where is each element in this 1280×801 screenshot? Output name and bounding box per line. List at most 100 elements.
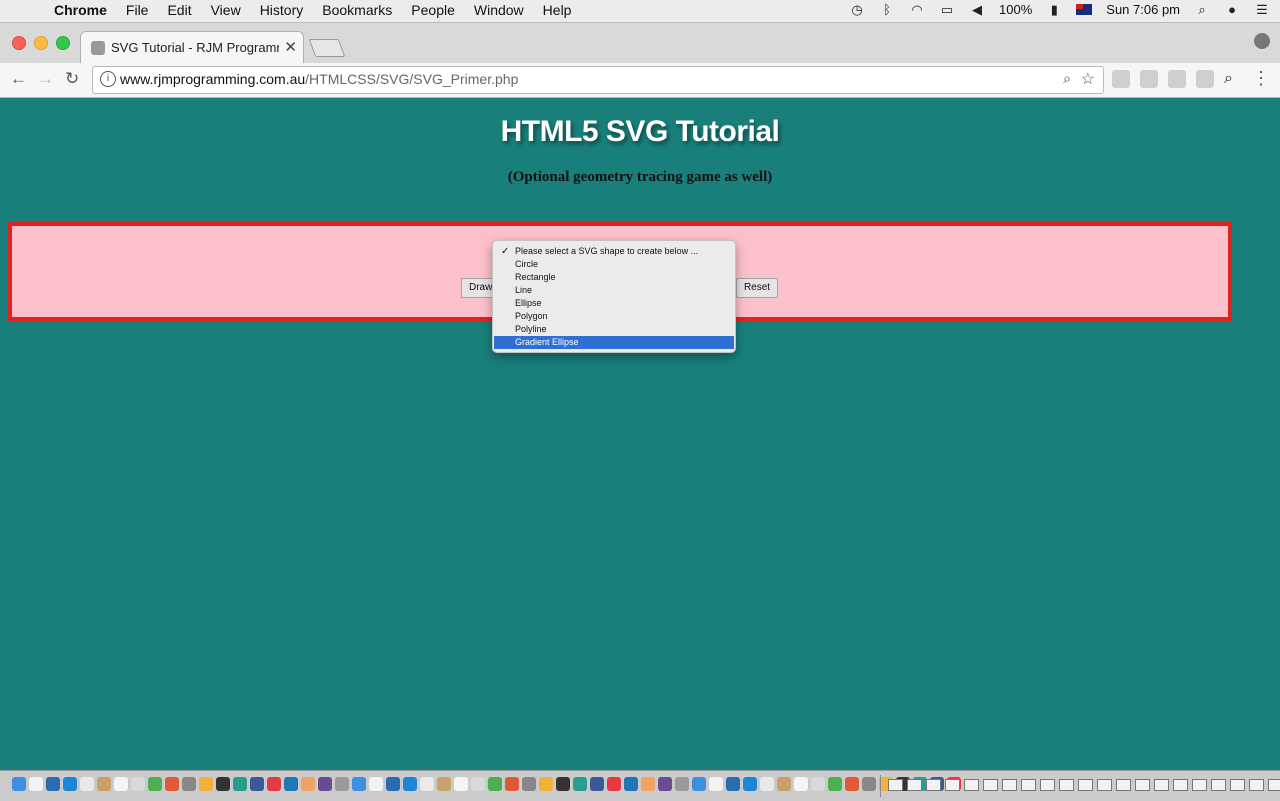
menu-history[interactable]: History xyxy=(260,2,304,18)
menu-window[interactable]: Window xyxy=(474,2,524,18)
menu-bookmarks[interactable]: Bookmarks xyxy=(322,2,392,18)
dock-app-icon[interactable] xyxy=(80,777,94,791)
dock-app-icon[interactable] xyxy=(454,777,468,791)
dock-app-icon[interactable] xyxy=(250,777,264,791)
dropdown-option[interactable]: Polyline xyxy=(494,323,734,336)
dock-app-icon[interactable] xyxy=(182,777,196,791)
dock-app-icon[interactable] xyxy=(862,777,876,791)
dock-app-icon[interactable] xyxy=(386,777,400,791)
dock-app-icon[interactable] xyxy=(709,777,723,791)
airplay-icon[interactable]: ▭ xyxy=(939,2,955,17)
search-extension-icon[interactable]: ⌕ xyxy=(1224,70,1242,88)
dock-window-thumbnail[interactable] xyxy=(1173,779,1188,791)
wifi-icon[interactable]: ◠ xyxy=(909,2,925,17)
dock-app-icon[interactable] xyxy=(488,777,502,791)
dock-app-icon[interactable] xyxy=(811,777,825,791)
dock-app-icon[interactable] xyxy=(692,777,706,791)
dock-app-icon[interactable] xyxy=(46,777,60,791)
dock-app-icon[interactable] xyxy=(828,777,842,791)
dock-window-thumbnail[interactable] xyxy=(1268,779,1280,791)
address-bar[interactable]: i www.rjmprogramming.com.au/HTMLCSS/SVG/… xyxy=(92,66,1104,94)
dock-app-icon[interactable] xyxy=(369,777,383,791)
dock-app-icon[interactable] xyxy=(607,777,621,791)
back-arrow-icon[interactable]: ← xyxy=(10,69,27,89)
dock-app-icon[interactable] xyxy=(97,777,111,791)
menu-chrome[interactable]: Chrome xyxy=(54,2,107,18)
dock-app-icon[interactable] xyxy=(131,777,145,791)
reload-icon[interactable]: ↻ xyxy=(65,69,79,89)
dropdown-option-highlighted[interactable]: Gradient Ellipse xyxy=(494,336,734,349)
dock-app-icon[interactable] xyxy=(12,777,26,791)
dock-app-icon[interactable] xyxy=(590,777,604,791)
dock-app-icon[interactable] xyxy=(624,777,638,791)
bluetooth-icon[interactable]: ᛒ xyxy=(879,2,895,17)
dock-window-thumbnail[interactable] xyxy=(1116,779,1131,791)
zoom-icon[interactable]: ⌕ xyxy=(1063,70,1071,87)
forward-arrow-icon[interactable]: → xyxy=(37,69,54,89)
dock-app-icon[interactable] xyxy=(165,777,179,791)
fullscreen-window-button[interactable] xyxy=(56,36,70,50)
dock-app-icon[interactable] xyxy=(777,777,791,791)
dock-window-thumbnail[interactable] xyxy=(1040,779,1055,791)
minimize-window-button[interactable] xyxy=(34,36,48,50)
dock-window-thumbnail[interactable] xyxy=(983,779,998,791)
dock-window-thumbnail[interactable] xyxy=(1002,779,1017,791)
dock-app-icon[interactable] xyxy=(437,777,451,791)
spotlight-search-icon[interactable]: ⌕ xyxy=(1194,2,1210,17)
dock-window-thumbnail[interactable] xyxy=(907,779,922,791)
dropdown-option[interactable]: Ellipse xyxy=(494,297,734,310)
extension-icon[interactable] xyxy=(1140,70,1158,88)
dock-app-icon[interactable] xyxy=(267,777,281,791)
volume-icon[interactable]: ◀ xyxy=(969,2,985,17)
input-source-flag-icon[interactable] xyxy=(1076,4,1093,15)
dock-app-icon[interactable] xyxy=(420,777,434,791)
bookmark-star-icon[interactable]: ☆ xyxy=(1081,69,1095,89)
dock-app-icon[interactable] xyxy=(233,777,247,791)
clock[interactable]: Sun 7:06 pm xyxy=(1106,2,1180,17)
dock-app-icon[interactable] xyxy=(658,777,672,791)
chrome-menu-icon[interactable]: ⋮ xyxy=(1252,68,1270,89)
dock-window-thumbnail[interactable] xyxy=(1097,779,1112,791)
dock-app-icon[interactable] xyxy=(641,777,655,791)
menu-help[interactable]: Help xyxy=(543,2,572,18)
dock-app-icon[interactable] xyxy=(63,777,77,791)
dock-app-icon[interactable] xyxy=(148,777,162,791)
dock-window-thumbnail[interactable] xyxy=(1078,779,1093,791)
dock-app-icon[interactable] xyxy=(556,777,570,791)
dock-app-icon[interactable] xyxy=(794,777,808,791)
dock-window-thumbnail[interactable] xyxy=(945,779,960,791)
dropdown-option[interactable]: Circle xyxy=(494,258,734,271)
menu-people[interactable]: People xyxy=(411,2,455,18)
close-window-button[interactable] xyxy=(12,36,26,50)
dock-app-icon[interactable] xyxy=(726,777,740,791)
extension-icon[interactable] xyxy=(1112,70,1130,88)
dock-app-icon[interactable] xyxy=(522,777,536,791)
dock-app-icon[interactable] xyxy=(505,777,519,791)
dock-window-thumbnail[interactable] xyxy=(888,779,903,791)
extension-icon[interactable] xyxy=(1168,70,1186,88)
dock-app-icon[interactable] xyxy=(403,777,417,791)
dropdown-option[interactable]: Rectangle xyxy=(494,271,734,284)
dock-window-thumbnail[interactable] xyxy=(926,779,941,791)
dock-app-icon[interactable] xyxy=(114,777,128,791)
dock-app-icon[interactable] xyxy=(216,777,230,791)
dock-app-icon[interactable] xyxy=(301,777,315,791)
dock-window-thumbnail[interactable] xyxy=(1249,779,1264,791)
notification-center-icon[interactable]: ☰ xyxy=(1254,2,1270,17)
profile-icon[interactable] xyxy=(1254,33,1270,49)
dock-app-icon[interactable] xyxy=(352,777,366,791)
dock-app-icon[interactable] xyxy=(760,777,774,791)
dock-app-icon[interactable] xyxy=(743,777,757,791)
dock-app-icon[interactable] xyxy=(318,777,332,791)
dock-app-icon[interactable] xyxy=(675,777,689,791)
dock-app-icon[interactable] xyxy=(539,777,553,791)
dock-app-icon[interactable] xyxy=(199,777,213,791)
tab-svg-tutorial[interactable]: SVG Tutorial - RJM Programmi ✕ xyxy=(80,31,304,64)
menu-file[interactable]: File xyxy=(126,2,149,18)
siri-icon[interactable]: ● xyxy=(1224,2,1240,17)
dock-window-thumbnail[interactable] xyxy=(1211,779,1226,791)
battery-icon[interactable]: ▮ xyxy=(1046,2,1062,17)
info-icon[interactable]: i xyxy=(100,71,116,87)
dock-window-thumbnail[interactable] xyxy=(1059,779,1074,791)
dock-app-icon[interactable] xyxy=(335,777,349,791)
